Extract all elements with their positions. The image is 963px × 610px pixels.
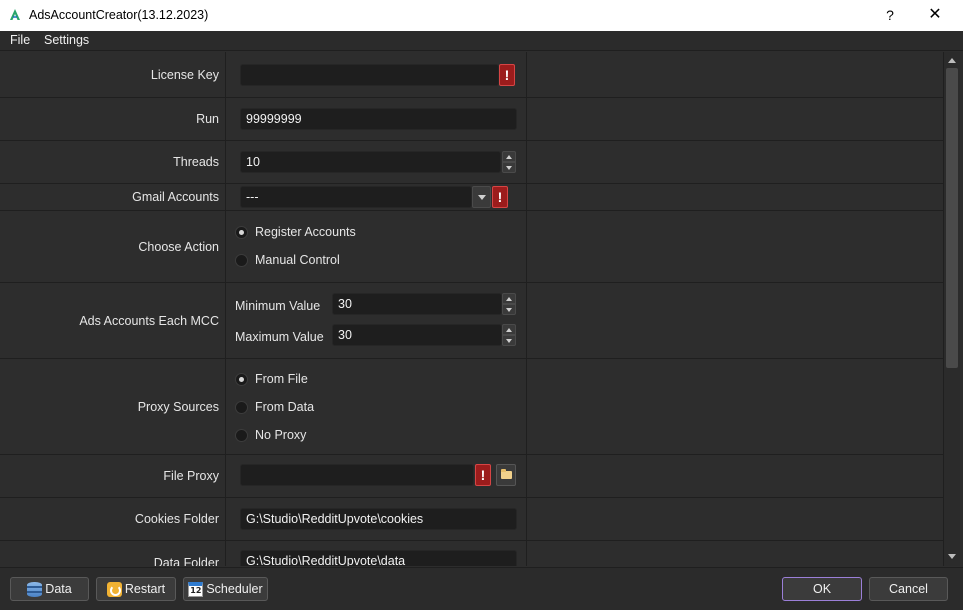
maximum-increment-button[interactable]	[502, 324, 516, 335]
scheduler-button[interactable]: 12 Scheduler	[183, 577, 268, 601]
vertical-scrollbar[interactable]	[943, 52, 960, 566]
radio-register-accounts-label: Register Accounts	[255, 225, 356, 239]
minimum-decrement-button[interactable]	[502, 304, 516, 315]
radio-register-accounts[interactable]: Register Accounts	[235, 225, 356, 239]
data-folder-input[interactable]: G:\Studio\RedditUpvote\data	[240, 550, 517, 566]
title-bar: AdsAccountCreator(13.12.2023) ? ✕	[0, 0, 963, 31]
row-cookies-folder: Cookies Folder G:\Studio\RedditUpvote\co…	[0, 498, 943, 541]
scheduler-button-label: Scheduler	[206, 582, 263, 596]
row-gmail-accounts: Gmail Accounts --- !	[0, 184, 943, 211]
minimum-increment-button[interactable]	[502, 293, 516, 304]
row-ads-accounts-each-mcc: Ads Accounts Each MCC Minimum Value 30 M…	[0, 283, 943, 359]
close-button[interactable]: ✕	[922, 3, 948, 27]
ok-button[interactable]: OK	[782, 577, 862, 601]
choose-action-label: Choose Action	[138, 239, 219, 254]
run-input[interactable]: 99999999	[240, 108, 517, 130]
browse-folder-button[interactable]	[496, 464, 516, 486]
help-button[interactable]: ?	[878, 3, 902, 27]
radio-unchecked-icon	[235, 428, 248, 442]
license-key-input[interactable]	[240, 64, 499, 86]
arrow-down-icon	[948, 554, 956, 559]
row-run: Run 99999999	[0, 98, 943, 141]
database-icon	[27, 581, 43, 597]
radio-unchecked-icon	[235, 400, 248, 414]
cookies-folder-label: Cookies Folder	[134, 512, 219, 526]
maximum-value-input[interactable]: 30	[332, 324, 502, 346]
arrow-up-icon	[506, 297, 512, 301]
arrow-down-icon	[506, 308, 512, 312]
chevron-down-icon	[478, 195, 486, 200]
row-proxy-sources: Proxy Sources From File From Data No Pro…	[0, 359, 943, 455]
minimum-value-label: Minimum Value	[235, 299, 321, 313]
calendar-icon: 12	[188, 581, 204, 597]
menu-settings[interactable]: Settings	[42, 33, 91, 47]
gmail-accounts-select[interactable]: ---	[240, 186, 472, 208]
file-proxy-label: File Proxy	[163, 469, 219, 483]
row-file-proxy: File Proxy !	[0, 455, 943, 498]
row-license-key: License Key !	[0, 52, 943, 98]
settings-form: License Key ! Run 99999999 Threads 10 Gm…	[0, 52, 943, 566]
arrow-up-icon	[948, 58, 956, 63]
radio-from-file-label: From File	[255, 372, 308, 386]
threads-label: Threads	[173, 155, 219, 169]
maximum-decrement-button[interactable]	[502, 335, 516, 346]
file-proxy-warning-icon: !	[475, 464, 491, 486]
scroll-down-button[interactable]	[947, 552, 958, 562]
window-title: AdsAccountCreator(13.12.2023)	[29, 8, 209, 22]
restart-button[interactable]: Restart	[96, 577, 176, 601]
radio-manual-control-label: Manual Control	[255, 253, 340, 267]
ads-accounts-each-mcc-label: Ads Accounts Each MCC	[79, 313, 219, 328]
minimum-value-stepper[interactable]	[502, 293, 516, 315]
radio-from-file[interactable]: From File	[235, 372, 308, 386]
menu-bar: File Settings	[0, 31, 963, 51]
radio-from-data-label: From Data	[255, 400, 315, 414]
threads-stepper[interactable]	[502, 151, 516, 173]
cancel-button[interactable]: Cancel	[869, 577, 948, 601]
row-threads: Threads 10	[0, 141, 943, 184]
folder-icon	[501, 469, 512, 479]
arrow-down-icon	[506, 339, 512, 343]
bottom-toolbar: Data Restart 12 Scheduler OK Cancel	[0, 567, 963, 610]
row-data-folder: Data Folder G:\Studio\RedditUpvote\data	[0, 541, 943, 566]
menu-file[interactable]: File	[8, 33, 32, 47]
threads-input[interactable]: 10	[240, 151, 501, 173]
gmail-accounts-warning-icon: !	[492, 186, 508, 208]
maximum-value-label: Maximum Value	[235, 330, 324, 344]
data-folder-label: Data Folder	[153, 556, 219, 566]
arrow-up-icon	[506, 328, 512, 332]
scroll-thumb[interactable]	[946, 68, 958, 368]
arrow-down-icon	[506, 166, 512, 170]
radio-no-proxy[interactable]: No Proxy	[235, 428, 306, 442]
row-choose-action: Choose Action Register Accounts Manual C…	[0, 211, 943, 283]
data-button[interactable]: Data	[10, 577, 89, 601]
radio-unchecked-icon	[235, 253, 248, 267]
gmail-accounts-dropdown-button[interactable]	[472, 186, 491, 208]
radio-checked-icon	[235, 225, 248, 239]
restart-button-label: Restart	[124, 582, 166, 596]
license-key-warning-icon: !	[499, 64, 515, 86]
radio-from-data[interactable]: From Data	[235, 400, 314, 414]
cookies-folder-input[interactable]: G:\Studio\RedditUpvote\cookies	[240, 508, 517, 530]
threads-decrement-button[interactable]	[502, 162, 516, 173]
proxy-sources-label: Proxy Sources	[137, 399, 219, 414]
data-button-label: Data	[45, 582, 72, 596]
restart-icon	[106, 581, 122, 597]
file-proxy-input[interactable]	[240, 464, 474, 486]
radio-manual-control[interactable]: Manual Control	[235, 253, 340, 267]
run-label: Run	[196, 112, 219, 126]
arrow-up-icon	[506, 155, 512, 159]
minimum-value-input[interactable]: 30	[332, 293, 502, 315]
app-logo-icon	[10, 9, 20, 20]
maximum-value-stepper[interactable]	[502, 324, 516, 346]
license-key-label: License Key	[150, 67, 219, 82]
radio-checked-icon	[235, 372, 248, 386]
gmail-accounts-label: Gmail Accounts	[132, 190, 219, 204]
scroll-up-button[interactable]	[947, 56, 958, 66]
radio-no-proxy-label: No Proxy	[255, 428, 307, 442]
threads-increment-button[interactable]	[502, 151, 516, 162]
